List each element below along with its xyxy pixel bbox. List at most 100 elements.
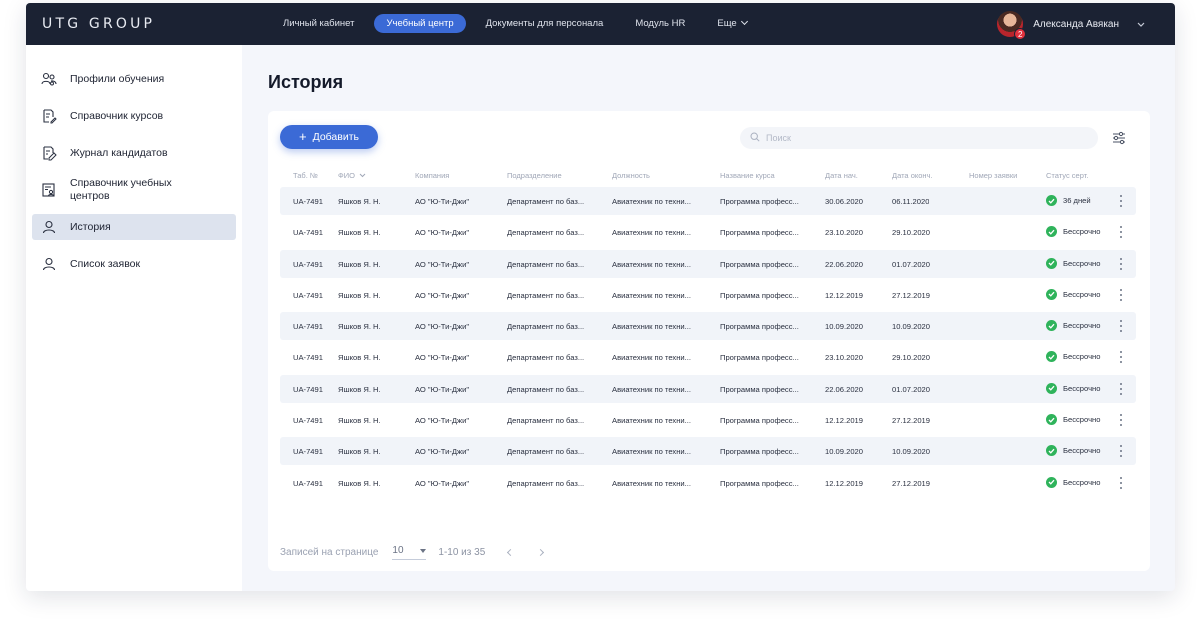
column-header-department[interactable]: Подразделение [507,171,562,180]
table-row[interactable]: UA-7491 Яшков Я. Н. АО "Ю-Ти-Джи" Департаме… [280,281,1136,309]
row-menu-icon[interactable] [1118,351,1124,364]
main-nav: Личный кабинет Учебный центр Документы д… [271,14,767,33]
cell-position: Авиатехник по техни... [612,259,691,269]
row-menu-icon[interactable] [1118,414,1124,427]
check-circle-icon [1046,257,1057,269]
row-menu-icon[interactable] [1118,288,1124,301]
table-body: UA-7491 Яшков Я. Н. АО "Ю-Ти-Джи" Департаме… [280,187,1136,500]
sidebar-item-training-profiles[interactable]: Профили обучения [32,66,236,92]
cell-course: Программа професс... [720,322,799,332]
column-header-tab-number[interactable]: Таб. № [293,171,318,180]
cell-end-date: 29.10.2020 [892,353,931,363]
cell-course: Программа професс... [720,447,799,457]
cert-status-label: Бессрочно [1063,477,1101,487]
nav-staff-documents[interactable]: Документы для персонала [474,14,616,33]
add-button[interactable]: + Добавить [280,125,378,149]
cert-status-label: Бессрочно [1063,227,1101,237]
column-header-name[interactable]: ФИО [338,171,366,180]
row-menu-icon[interactable] [1118,382,1124,395]
user-menu[interactable]: 2 Александа Авякан [997,11,1145,40]
cell-end-date: 27.12.2019 [892,478,931,488]
row-menu-icon[interactable] [1118,226,1124,239]
table-row[interactable]: UA-7491 Яшков Я. Н. АО "Ю-Ти-Джи" Департаме… [280,343,1136,371]
table-row[interactable]: UA-7491 Яшков Я. Н. АО "Ю-Ти-Джи" Департаме… [280,406,1136,434]
table-row[interactable]: UA-7491 Яшков Я. Н. АО "Ю-Ти-Джи" Департаме… [280,218,1136,246]
nav-more-label: Еще [717,18,737,29]
cell-course: Программа професс... [720,290,799,300]
nav-more-dropdown[interactable]: Еще [705,14,758,33]
logo[interactable]: UTG GROUP [42,16,155,32]
sidebar-item-label: История [70,220,111,233]
table-row[interactable]: UA-7491 Яшков Я. Н. АО "Ю-Ти-Джи" Департаме… [280,249,1136,278]
app-window: UTG GROUP Личный кабинет Учебный центр Д… [26,3,1175,591]
cell-name: Яшков Я. Н. [338,322,381,332]
cell-course: Программа професс... [720,197,799,206]
nav-hr-module[interactable]: Модуль HR [623,14,697,33]
row-menu-icon[interactable] [1118,445,1124,458]
cell-start-date: 22.06.2020 [825,384,864,394]
user-name[interactable]: Александа Авякан [1033,19,1119,30]
search-icon [750,129,760,147]
nav-training-center[interactable]: Учебный центр [374,14,466,33]
sidebar-item-training-centers[interactable]: Справочник учебных центров [32,177,236,203]
next-page-button[interactable] [535,548,545,558]
nav-personal-cabinet[interactable]: Личный кабинет [271,14,366,33]
sidebar: Профили обучения Справочник курсов Журна… [26,45,242,591]
search-input[interactable] [766,133,1066,143]
sidebar-item-label: Журнал кандидатов [70,146,168,159]
cert-status-label: Бессрочно [1063,352,1101,362]
sidebar-item-history[interactable]: История [32,214,236,240]
column-header-cert-status[interactable]: Статус серт. [1046,171,1088,180]
notification-badge: 2 [1014,28,1027,40]
cell-position: Авиатехник по техни... [612,384,691,394]
sidebar-item-label: Профили обучения [70,72,165,85]
column-header-end-date[interactable]: Дата оконч. [892,171,933,180]
rows-per-page-select[interactable]: 10 [392,545,427,560]
cell-department: Департамент по баз... [507,259,585,269]
table-row[interactable]: UA-7491 Яшков Я. Н. АО "Ю-Ти-Джи" Департаме… [280,187,1136,215]
users-icon [40,70,58,88]
cert-status: Бессрочно [1046,226,1101,238]
cell-name: Яшков Я. Н. [338,259,381,269]
sidebar-item-candidate-journal[interactable]: Журнал кандидатов [32,140,236,166]
cell-company: АО "Ю-Ти-Джи" [415,197,470,206]
check-circle-icon [1046,382,1057,394]
row-menu-icon[interactable] [1118,257,1124,270]
avatar[interactable]: 2 [997,11,1027,40]
filter-settings-icon[interactable] [1111,130,1127,146]
row-menu-icon[interactable] [1118,320,1124,333]
rows-per-page-label: Записей на странице [280,547,379,558]
column-header-company[interactable]: Компания [415,171,449,180]
cert-status-label: Бессрочно [1063,258,1101,268]
cell-tab-number: UA-7491 [293,259,323,269]
cell-company: АО "Ю-Ти-Джи" [415,478,470,488]
cell-course: Программа професс... [720,228,799,238]
sidebar-item-course-directory[interactable]: Справочник курсов [32,103,236,129]
table-row[interactable]: UA-7491 Яшков Я. Н. АО "Ю-Ти-Джи" Департаме… [280,374,1136,403]
prev-page-button[interactable] [505,548,515,558]
check-circle-icon [1046,320,1057,332]
cell-company: АО "Ю-Ти-Джи" [415,353,470,363]
history-card: + Добавить Таб. № ФИО Компания Подраздел… [268,111,1150,571]
cell-tab-number: UA-7491 [293,384,323,394]
column-header-start-date[interactable]: Дата нач. [825,171,858,180]
cell-name: Яшков Я. Н. [338,228,381,238]
row-menu-icon[interactable] [1118,476,1124,489]
cert-status-label: Бессрочно [1063,383,1101,393]
check-circle-icon [1046,195,1057,206]
column-header-course[interactable]: Название курса [720,171,775,180]
row-menu-icon[interactable] [1118,195,1124,207]
cell-company: АО "Ю-Ти-Джи" [415,384,470,394]
cert-status-label: Бессрочно [1063,415,1101,425]
search-box[interactable] [740,127,1098,149]
chevron-down-icon[interactable] [1137,19,1145,29]
rows-per-page-value: 10 [392,545,404,556]
table-row[interactable]: UA-7491 Яшков Я. Н. АО "Ю-Ти-Джи" Департаме… [280,437,1136,466]
sidebar-item-requests[interactable]: Список заявок [32,251,236,277]
table-row[interactable]: UA-7491 Яшков Я. Н. АО "Ю-Ти-Джи" Департаме… [280,469,1136,497]
column-header-position[interactable]: Должность [612,171,650,180]
cell-position: Авиатехник по техни... [612,416,691,426]
column-header-request-number[interactable]: Номер заявки [969,171,1017,180]
cert-status: Бессрочно [1046,382,1101,394]
table-row[interactable]: UA-7491 Яшков Я. Н. АО "Ю-Ти-Джи" Департаме… [280,312,1136,341]
